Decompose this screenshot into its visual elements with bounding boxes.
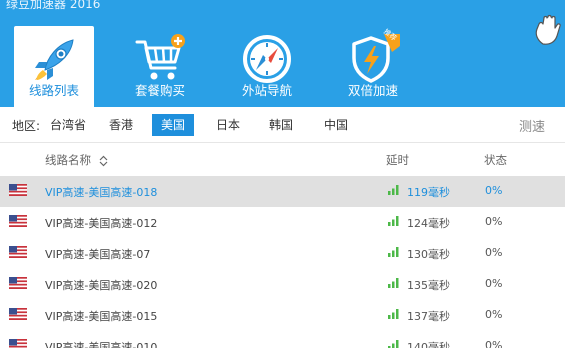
route-latency: 130毫秒 [407, 248, 450, 261]
table-row[interactable]: VIP高速-美国高速-010 140毫秒 0% [0, 331, 565, 348]
cart-icon [135, 34, 185, 80]
region-korea[interactable]: 韩国 [263, 114, 299, 136]
us-flag-icon [9, 308, 27, 320]
route-latency: 137毫秒 [407, 310, 450, 323]
route-name: VIP高速-美国高速-018 [45, 186, 158, 199]
signal-strength-icon [388, 309, 399, 319]
table-row[interactable]: VIP高速-美国高速-07 130毫秒 0% [0, 238, 565, 269]
route-name: VIP高速-美国高速-010 [45, 341, 158, 348]
region-filter-bar: 地区: 台湾省 香港 美国 日本 韩国 中国 测速 [0, 107, 565, 143]
route-status: 0% [485, 308, 503, 321]
table-row[interactable]: VIP高速-美国高速-020 135毫秒 0% [0, 269, 565, 300]
app-title: 绿豆加速器 2016 [6, 0, 101, 11]
app-header: 绿豆加速器 2016 线路列表 套餐购买 外站导航 推荐 双倍加速 [0, 0, 565, 107]
us-flag-icon [9, 215, 27, 227]
column-header-name[interactable]: 线路名称 [45, 152, 108, 168]
table-row[interactable]: VIP高速-美国高速-012 124毫秒 0% [0, 207, 565, 238]
signal-strength-icon [388, 278, 399, 288]
us-flag-icon [9, 277, 27, 289]
region-label: 地区: [12, 119, 41, 133]
table-row[interactable]: VIP高速-美国高速-018 119毫秒 0% [0, 176, 565, 207]
column-header-latency[interactable]: 延时 [386, 152, 409, 168]
signal-strength-icon [388, 216, 399, 226]
rocket-icon [35, 39, 74, 80]
close-hand-icon[interactable] [533, 14, 563, 46]
tab-label: 外站导航 [241, 83, 292, 98]
route-latency: 140毫秒 [407, 341, 450, 348]
route-list: VIP高速-美国高速-018 119毫秒 0% VIP高速-美国高速-012 1… [0, 174, 565, 348]
route-latency: 119毫秒 [407, 186, 450, 199]
tab-label: 线路列表 [28, 83, 79, 98]
table-header: 线路名称 延时 状态 [0, 143, 565, 173]
route-latency: 124毫秒 [407, 217, 450, 230]
region-china[interactable]: 中国 [318, 114, 354, 136]
signal-strength-icon [388, 247, 399, 257]
route-status: 0% [485, 277, 503, 290]
tab-package-purchase[interactable]: 套餐购买 [120, 26, 200, 107]
tab-route-list[interactable]: 线路列表 [14, 26, 94, 107]
route-status: 0% [485, 184, 503, 197]
us-flag-icon [9, 339, 27, 348]
tab-label: 套餐购买 [134, 83, 185, 98]
sort-icon[interactable] [99, 155, 108, 167]
us-flag-icon [9, 246, 27, 258]
compass-icon [243, 35, 291, 83]
table-row[interactable]: VIP高速-美国高速-015 137毫秒 0% [0, 300, 565, 331]
route-name: VIP高速-美国高速-020 [45, 279, 158, 292]
route-latency: 135毫秒 [407, 279, 450, 292]
speed-test-button[interactable]: 测速 [519, 116, 545, 135]
region-japan[interactable]: 日本 [210, 114, 246, 136]
us-flag-icon [9, 184, 27, 196]
route-name: VIP高速-美国高速-07 [45, 248, 151, 261]
tab-site-navigation[interactable]: 外站导航 [227, 26, 307, 107]
region-usa[interactable]: 美国 [152, 114, 194, 136]
route-status: 0% [485, 246, 503, 259]
column-name-label: 线路名称 [45, 153, 91, 167]
signal-strength-icon [388, 340, 399, 348]
route-status: 0% [485, 339, 503, 348]
region-taiwan[interactable]: 台湾省 [44, 114, 92, 136]
signal-strength-icon [388, 185, 399, 195]
route-name: VIP高速-美国高速-012 [45, 217, 158, 230]
region-hongkong[interactable]: 香港 [103, 114, 139, 136]
column-header-status[interactable]: 状态 [484, 152, 507, 168]
tab-label: 双倍加速 [347, 83, 398, 98]
route-status: 0% [485, 215, 503, 228]
route-name: VIP高速-美国高速-015 [45, 310, 158, 323]
tab-double-acceleration[interactable]: 推荐 双倍加速 [333, 26, 413, 107]
